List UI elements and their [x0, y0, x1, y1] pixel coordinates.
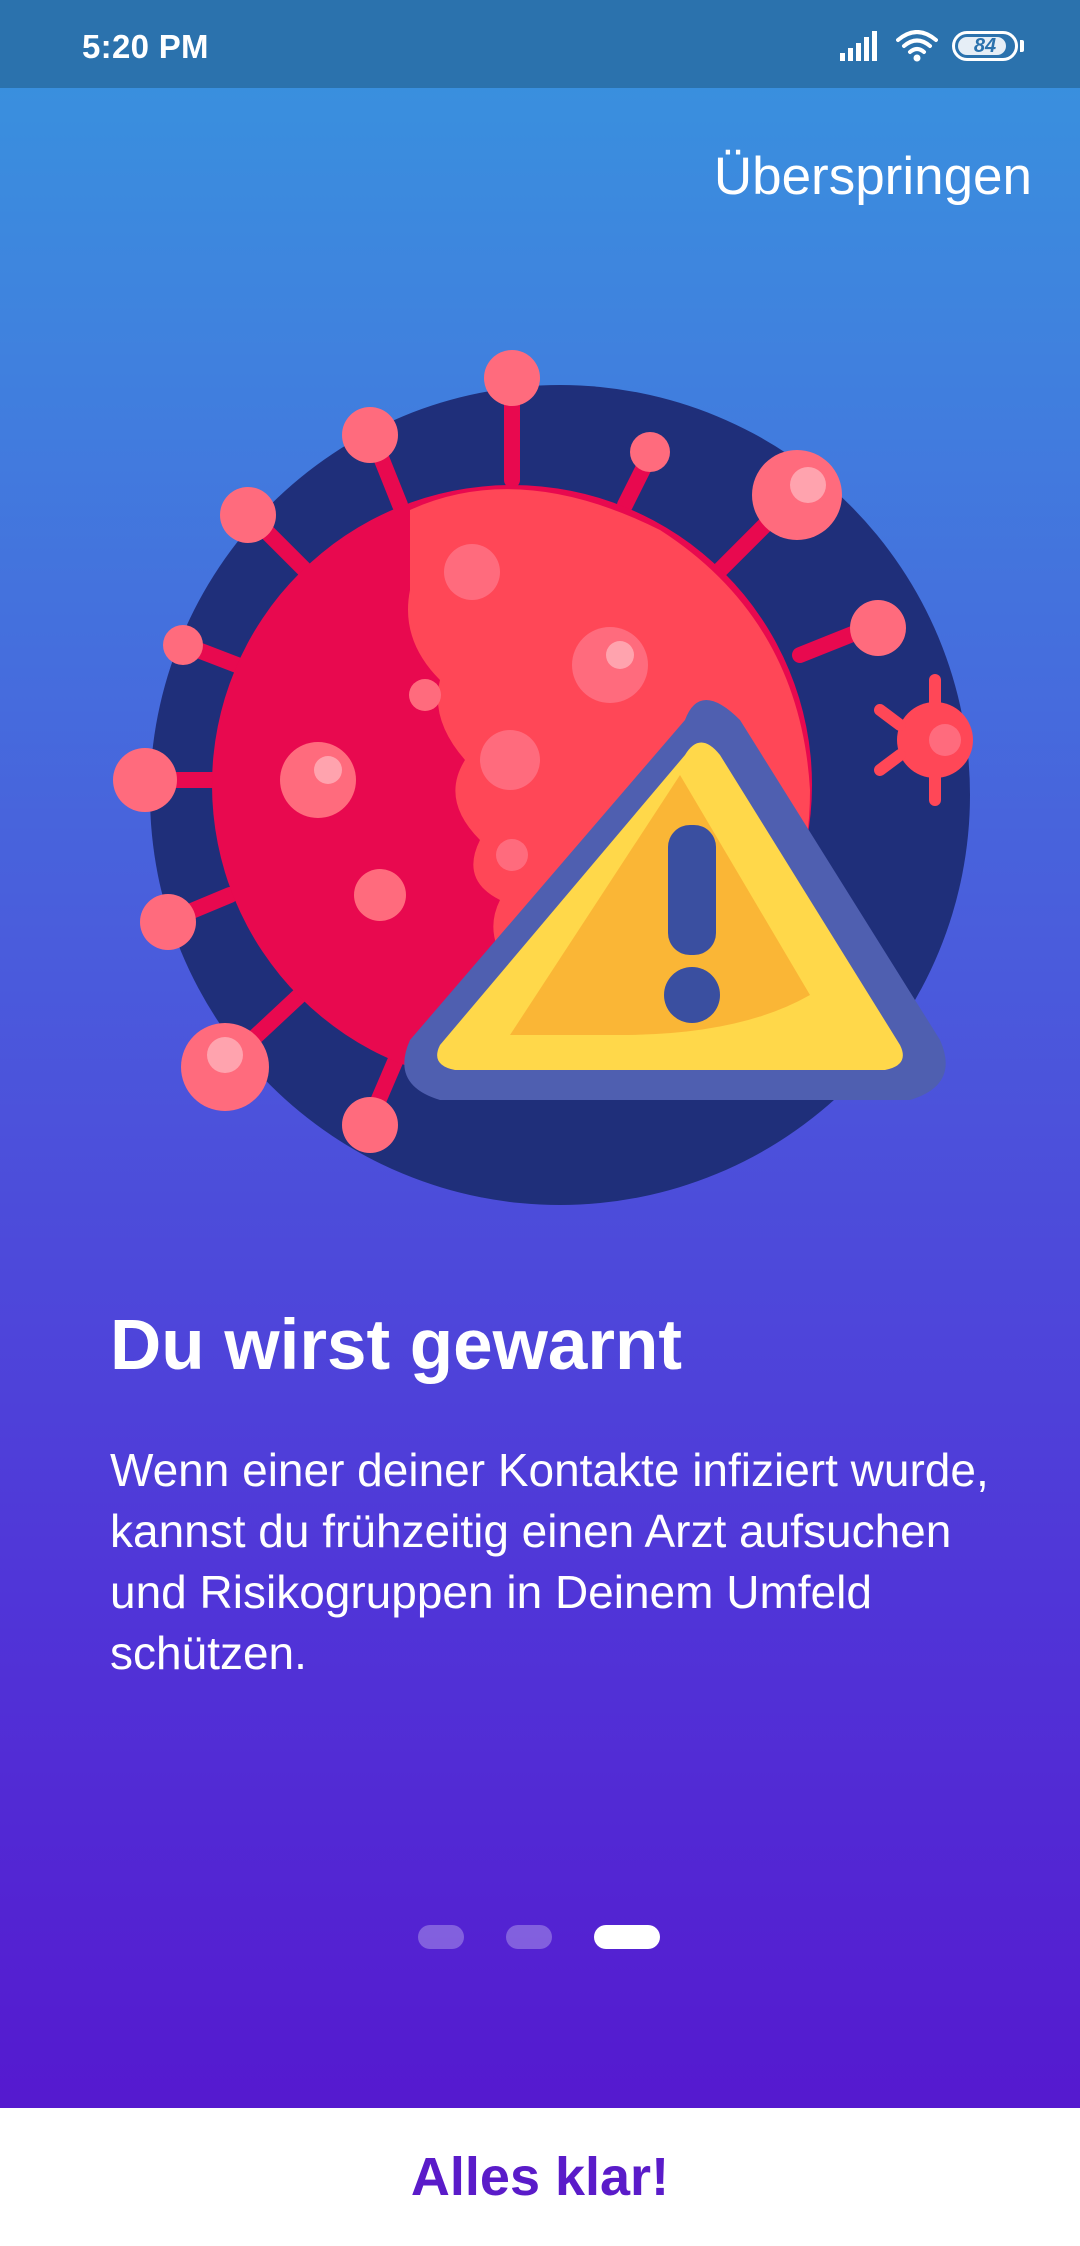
- battery-cap: [1020, 40, 1024, 52]
- skip-button[interactable]: Überspringen: [714, 146, 1032, 207]
- battery-icon: 84: [952, 31, 1018, 61]
- wifi-icon: [896, 30, 938, 62]
- page-title: Du wirst gewarnt: [110, 1306, 683, 1385]
- status-bar: 5:20 PM 84: [0, 0, 1080, 88]
- status-time: 5:20 PM: [82, 28, 209, 65]
- onboarding-screen: 5:20 PM 84 Überspringen Du wirst gewarnt…: [0, 0, 1080, 2108]
- page-indicator: [418, 1925, 660, 1949]
- page-dot-2[interactable]: [506, 1925, 552, 1949]
- battery-level: 84: [973, 34, 997, 57]
- page-dot-1[interactable]: [418, 1925, 464, 1949]
- status-icons: 84: [840, 24, 1024, 68]
- page-description: Wenn einer deiner Kontakte infiziert wur…: [110, 1444, 989, 1679]
- footer-bar: Alles klar!: [0, 2108, 1080, 2246]
- virus-warning-icon: [113, 350, 973, 1205]
- page-dot-3[interactable]: [594, 1925, 660, 1949]
- confirm-button[interactable]: Alles klar!: [371, 2136, 709, 2218]
- signal-icon: [840, 31, 877, 61]
